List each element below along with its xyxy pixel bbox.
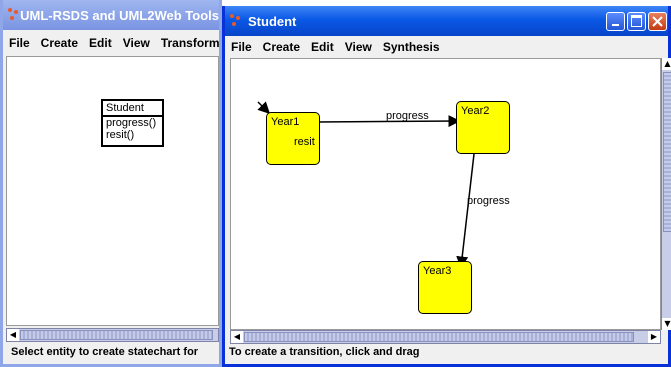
left-menu-transform[interactable]: Transform xyxy=(161,36,220,50)
state-label: Year3 xyxy=(423,265,452,277)
right-window-titlebar[interactable]: Student xyxy=(225,6,668,36)
class-operation: progress() xyxy=(106,117,157,129)
left-window: UML-RSDS and UML2Web Tools File Create E… xyxy=(0,0,222,367)
right-menubar: File Create Edit View Synthesis xyxy=(225,36,668,58)
state-year3[interactable]: Year3 xyxy=(418,261,472,314)
scroll-left-icon[interactable]: ◀ xyxy=(231,331,243,343)
scroll-down-icon[interactable]: ▼ xyxy=(662,318,671,330)
right-window-title: Student xyxy=(248,13,297,29)
left-window-title: UML-RSDS and UML2Web Tools xyxy=(20,7,219,23)
left-status-text: Select entity to create statechart for xyxy=(11,346,199,358)
transition-label: resit xyxy=(294,136,315,148)
right-hscrollbar[interactable]: ◀ ▶ xyxy=(230,330,661,344)
right-menu-create[interactable]: Create xyxy=(263,40,300,54)
class-box-student[interactable]: Student progress() resit() xyxy=(101,99,164,147)
left-menu-create[interactable]: Create xyxy=(41,36,78,50)
left-hscroll-thumb[interactable] xyxy=(20,330,213,340)
class-name: Student xyxy=(103,101,162,117)
right-status-text: To create a transition, click and drag xyxy=(229,346,420,358)
class-diagram-canvas[interactable]: Student progress() resit() xyxy=(6,56,219,326)
right-menu-synthesis[interactable]: Synthesis xyxy=(383,40,440,54)
app-icon xyxy=(8,8,18,22)
transition-label: progress xyxy=(386,110,429,122)
right-menu-edit[interactable]: Edit xyxy=(311,40,334,54)
scroll-left-icon[interactable]: ◀ xyxy=(7,329,19,341)
left-window-titlebar[interactable]: UML-RSDS and UML2Web Tools xyxy=(3,0,219,30)
right-window: Student File Create Edit View Synthesis xyxy=(222,6,671,367)
class-operation: resit() xyxy=(106,129,135,141)
right-hscroll-thumb[interactable] xyxy=(244,332,634,342)
right-menu-file[interactable]: File xyxy=(231,40,252,54)
transition-arrow[interactable] xyxy=(456,153,475,269)
left-menu-file[interactable]: File xyxy=(9,36,30,50)
right-vscroll-thumb[interactable] xyxy=(663,72,671,232)
left-menu-view[interactable]: View xyxy=(123,36,150,50)
transition-label: progress xyxy=(467,195,510,207)
state-label: Year2 xyxy=(461,105,490,117)
close-icon[interactable] xyxy=(648,11,667,31)
state-label: Year1 xyxy=(271,116,300,128)
left-menu-edit[interactable]: Edit xyxy=(89,36,112,50)
right-vscrollbar[interactable]: ▲ ▼ xyxy=(661,58,671,330)
minimize-icon[interactable] xyxy=(606,11,625,31)
state-year2[interactable]: Year2 xyxy=(456,101,510,154)
app-icon xyxy=(230,14,244,28)
statechart-canvas[interactable]: Year1 Year2 Year3 progress progress resi… xyxy=(230,58,661,330)
left-hscrollbar[interactable]: ◀ xyxy=(6,328,219,342)
scroll-up-icon[interactable]: ▲ xyxy=(662,58,671,70)
initial-state-arrow xyxy=(257,101,271,115)
right-menu-view[interactable]: View xyxy=(345,40,372,54)
scroll-right-icon[interactable]: ▶ xyxy=(648,331,660,343)
left-menubar: File Create Edit View Transform xyxy=(3,32,220,54)
maximize-icon[interactable] xyxy=(627,11,646,31)
